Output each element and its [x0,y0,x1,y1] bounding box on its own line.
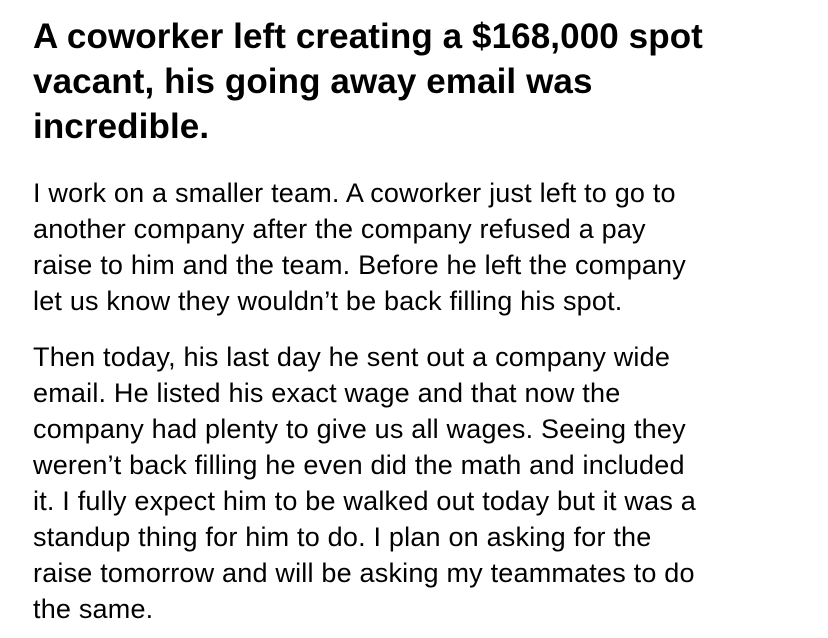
post: A coworker left creating a $168,000 spot… [33,14,813,627]
post-paragraph-1: I work on a smaller team. A coworker jus… [33,178,686,316]
post-body: I work on a smaller team. A coworker jus… [33,175,813,627]
post-title: A coworker left creating a $168,000 spot… [33,17,703,146]
post-paragraph-2: Then today, his last day he sent out a c… [33,342,696,624]
